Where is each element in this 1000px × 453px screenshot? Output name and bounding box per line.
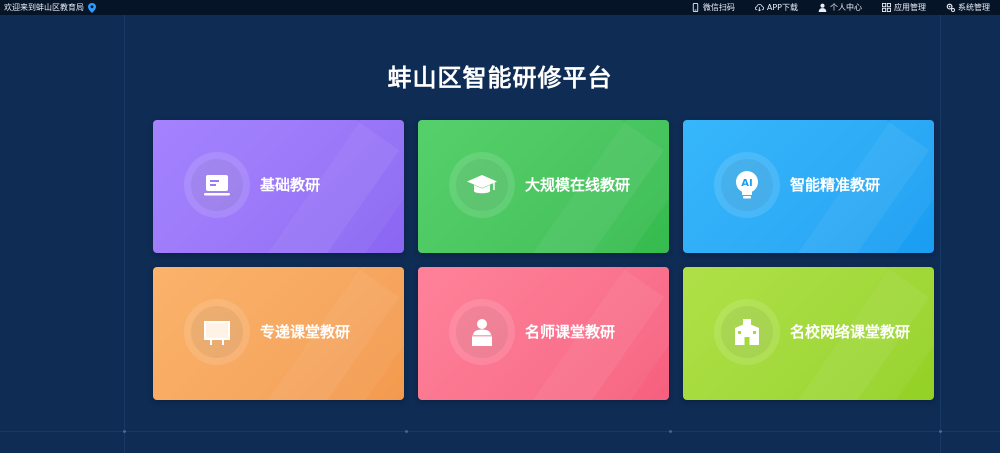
card-icon-circle: [449, 299, 515, 365]
grid-icon: [882, 3, 891, 12]
card-label: 智能精准教研: [790, 176, 881, 194]
location-pin-icon[interactable]: [88, 2, 96, 13]
nav-app-management-label: 应用管理: [894, 3, 926, 12]
background-grid-line: [0, 431, 1000, 432]
teacher-podium-icon: [472, 319, 492, 346]
card-label: 大规模在线教研: [525, 176, 631, 194]
ai-bulb-icon: AI: [736, 171, 758, 199]
nav-personal-center[interactable]: 个人中心: [818, 0, 862, 15]
user-icon: [818, 3, 827, 12]
card-label: 基础教研: [260, 176, 321, 194]
background-grid-dot: [123, 430, 126, 433]
card-icon-circle: [184, 152, 250, 218]
card-icon-circle: AI: [714, 152, 780, 218]
nav-wechat-scan-label: 微信扫码: [702, 3, 735, 12]
card-label: 名校网络课堂教研: [790, 323, 911, 341]
card-remote-classroom-research[interactable]: 专递课堂教研: [153, 267, 404, 400]
card-label: 专递课堂教研: [260, 323, 351, 341]
card-icon-circle: [714, 299, 780, 365]
card-famous-school-online-classroom-research[interactable]: 名校网络课堂教研: [683, 267, 934, 400]
blackboard-icon: [204, 321, 230, 345]
welcome-area: 欢迎来到蚌山区教育局: [4, 0, 96, 15]
card-famous-teacher-classroom-research[interactable]: 名师课堂教研: [418, 267, 669, 400]
nav-system-management[interactable]: 系统管理: [946, 0, 990, 15]
background-grid-dot: [405, 430, 408, 433]
nav-app-download[interactable]: APP下载: [754, 0, 798, 15]
welcome-text: 欢迎来到蚌山区教育局: [4, 3, 84, 12]
background-grid-dot: [669, 430, 672, 433]
graduation-cap-icon: [467, 175, 497, 194]
card-icon-circle: [449, 152, 515, 218]
svg-text:AI: AI: [741, 178, 752, 189]
top-nav: 微信扫码 APP下载 个人中心 应用管理 系统管理: [691, 0, 990, 15]
page-title: 蚌山区智能研修平台: [387, 64, 613, 92]
phone-icon: [692, 3, 699, 12]
nav-app-management[interactable]: 应用管理: [882, 0, 926, 15]
nav-wechat-scan[interactable]: 微信扫码: [691, 0, 735, 15]
background-grid-dot: [939, 430, 942, 433]
school-building-icon: [735, 319, 759, 345]
cloud-download-icon: [754, 4, 764, 12]
nav-personal-center-label: 个人中心: [830, 3, 862, 12]
card-label: 名师课堂教研: [525, 323, 616, 341]
gear-icon: [946, 3, 955, 12]
card-large-scale-online-research[interactable]: 大规模在线教研: [418, 120, 669, 253]
nav-app-download-label: APP下载: [766, 3, 798, 12]
card-smart-precision-research[interactable]: AI 智能精准教研: [683, 120, 934, 253]
card-icon-circle: [184, 299, 250, 365]
top-bar: 欢迎来到蚌山区教育局 微信扫码 APP下载 个人中心 应用管理 系统管理: [0, 0, 1000, 15]
screen-icon: [204, 175, 230, 196]
card-basic-research[interactable]: 基础教研: [153, 120, 404, 253]
nav-system-management-label: 系统管理: [958, 3, 990, 12]
